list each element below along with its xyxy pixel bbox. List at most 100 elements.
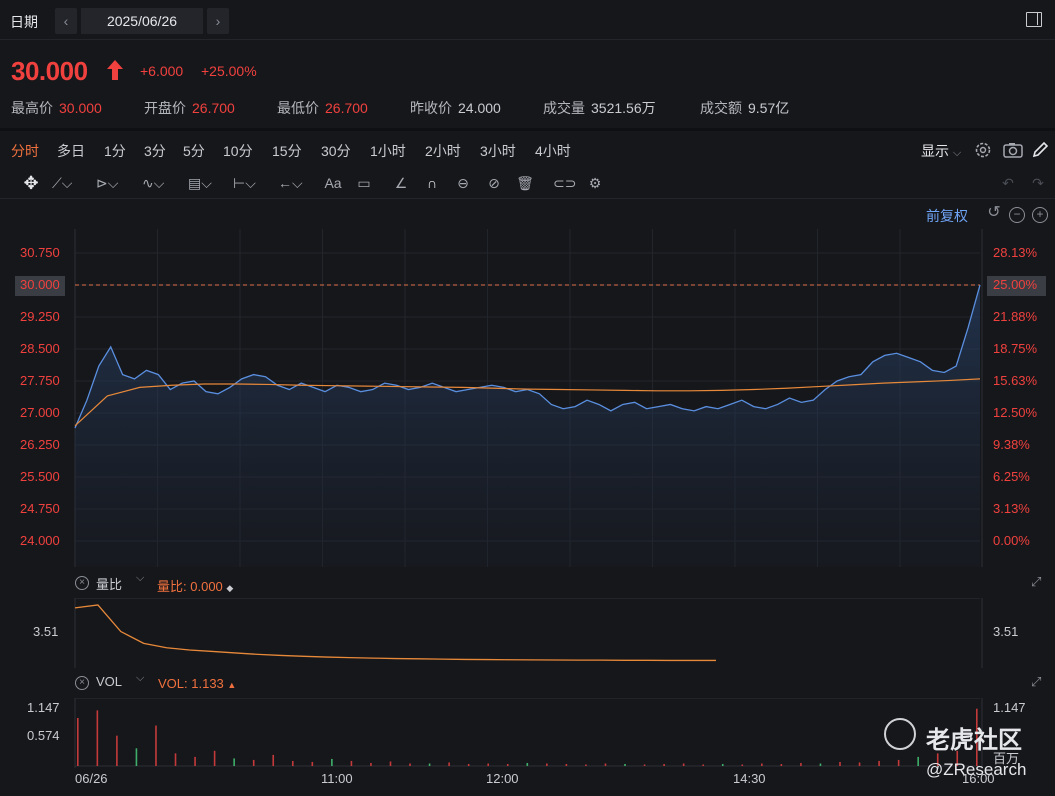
comment-tool-icon[interactable]: ▭: [354, 173, 374, 193]
stat-open: 开盘价 26.700: [144, 100, 235, 116]
volume-bar: [311, 761, 314, 766]
redo-icon[interactable]: ↷: [1028, 173, 1048, 193]
volume-bar: [135, 748, 138, 766]
volume-ratio-label: 量比: [96, 577, 123, 592]
top-bar: 日期 ‹ 2025/06/26 ›: [0, 0, 1055, 40]
magnet-icon[interactable]: ∩: [422, 173, 442, 193]
volume-bar: [643, 764, 646, 766]
stat-high: 最高价 30.000: [11, 100, 102, 116]
volume-bar: [624, 763, 626, 766]
volume-bar: [370, 762, 372, 766]
reset-icon[interactable]: ↺: [986, 205, 1002, 223]
volume-bar: [233, 758, 235, 766]
volume-ratio-chart: 3.51 3.51: [33, 598, 1018, 668]
volume-bar: [858, 762, 861, 766]
tab-3h[interactable]: 3小时: [480, 141, 516, 161]
volume-bar: [897, 759, 900, 766]
camera-icon[interactable]: [1002, 140, 1024, 160]
volume-bar: [428, 763, 431, 766]
move-icon[interactable]: ✥: [21, 173, 41, 193]
volume-bar: [174, 753, 177, 766]
channel-tool-icon[interactable]: ⊳⌵: [96, 173, 118, 193]
tab-10m[interactable]: 10分: [223, 141, 253, 161]
lock-icon[interactable]: ⊖: [453, 173, 473, 193]
delete-icon[interactable]: 🗑︎: [515, 173, 535, 193]
vol-unit: 百万: [993, 751, 1020, 766]
ratio-tick-left: 3.51: [33, 624, 58, 639]
x-tick-label: 16:00: [962, 771, 995, 786]
volume-bar: [155, 725, 157, 766]
tab-4h[interactable]: 4小时: [535, 141, 571, 161]
volume-bar: [839, 761, 841, 766]
divider: [0, 198, 1055, 199]
volume-bar: [389, 761, 392, 766]
chevron-down-icon[interactable]: ⌵: [136, 672, 144, 685]
text-tool-icon[interactable]: Aa: [323, 173, 343, 193]
close-indicator-icon[interactable]: ×: [75, 576, 89, 590]
volume-bar: [409, 763, 411, 766]
date-picker[interactable]: 2025/06/26: [81, 8, 203, 34]
volume-bar: [780, 763, 783, 766]
volume-bar: [194, 756, 196, 766]
ratio-tick-right: 3.51: [993, 624, 1018, 639]
price-change: +6.000: [140, 63, 184, 79]
hide-icon[interactable]: ⊘: [484, 173, 504, 193]
volume-bar: [819, 763, 822, 766]
price-change-pct: +25.00%: [201, 63, 257, 79]
measure-tool-icon[interactable]: ⊢⌵: [233, 173, 256, 193]
settings-icon[interactable]: [973, 140, 993, 160]
tiger-logo-icon: [884, 718, 916, 750]
tab-1m[interactable]: 1分: [104, 141, 126, 161]
intraday-price-chart[interactable]: [0, 229, 1055, 569]
pencil-icon[interactable]: [1030, 140, 1050, 160]
volume-bar: [604, 763, 607, 766]
price-adjust-toggle[interactable]: 前复权: [926, 206, 968, 226]
link-icon[interactable]: ⊂⊃: [553, 173, 576, 193]
volume-bar: [467, 763, 470, 766]
price-area: [75, 285, 980, 567]
volume-bar: [663, 763, 665, 766]
panel-toggle-icon[interactable]: [1026, 12, 1042, 27]
stat-volume: 成交量 3521.56万: [543, 100, 656, 116]
volume-bar: [272, 754, 275, 766]
volume-bar: [96, 710, 99, 766]
chevron-down-icon[interactable]: ⌵: [136, 572, 144, 585]
volume-bar: [565, 763, 568, 766]
x-tick-label: 12:00: [486, 771, 519, 786]
line-tool-icon[interactable]: ⟋⌵: [52, 173, 72, 193]
tab-5m[interactable]: 5分: [183, 141, 205, 161]
volume-bar: [213, 750, 216, 766]
chevron-left-icon[interactable]: ‹: [55, 8, 77, 34]
wave-tool-icon[interactable]: ∿⌵: [142, 173, 164, 193]
tab-2h[interactable]: 2小时: [425, 141, 461, 161]
volume-bar: [291, 760, 294, 766]
volume-bar: [721, 763, 724, 766]
vol-tick-top: 1.147: [27, 700, 60, 715]
volume-bar: [741, 764, 744, 766]
volume-bar: [546, 763, 548, 766]
tab-15m[interactable]: 15分: [272, 141, 302, 161]
tab-multiday[interactable]: 多日: [57, 141, 85, 161]
chevron-right-icon[interactable]: ›: [207, 8, 229, 34]
arrow-tool-icon[interactable]: ←⌵: [278, 173, 303, 193]
fib-tool-icon[interactable]: ▤⌵: [188, 173, 212, 193]
stat-turnover: 成交额 9.57亿: [700, 100, 790, 116]
volume-bar: [331, 758, 333, 766]
tab-1h[interactable]: 1小时: [370, 141, 406, 161]
zoom-in-icon[interactable]: +: [1032, 207, 1048, 223]
last-price: 30.000: [11, 56, 88, 86]
ruler-icon[interactable]: ∠: [391, 173, 411, 193]
expand-icon[interactable]: ⤢: [1031, 674, 1041, 690]
volume-bar: [252, 759, 255, 766]
display-menu-button[interactable]: 显示 ⌵: [921, 141, 961, 161]
close-indicator-icon[interactable]: ×: [75, 676, 89, 690]
tab-intraday[interactable]: 分时: [11, 141, 39, 161]
undo-icon[interactable]: ↶: [998, 173, 1018, 193]
expand-icon[interactable]: ⤢: [1031, 574, 1041, 590]
zoom-out-icon[interactable]: −: [1009, 207, 1025, 223]
toolbar-settings-icon[interactable]: ⚙︎: [585, 173, 605, 193]
tab-30m[interactable]: 30分: [321, 141, 351, 161]
vol-axis-right-top: 1.147: [993, 700, 1026, 715]
vol-tick-mid: 0.574: [27, 728, 60, 743]
tab-3m[interactable]: 3分: [144, 141, 166, 161]
